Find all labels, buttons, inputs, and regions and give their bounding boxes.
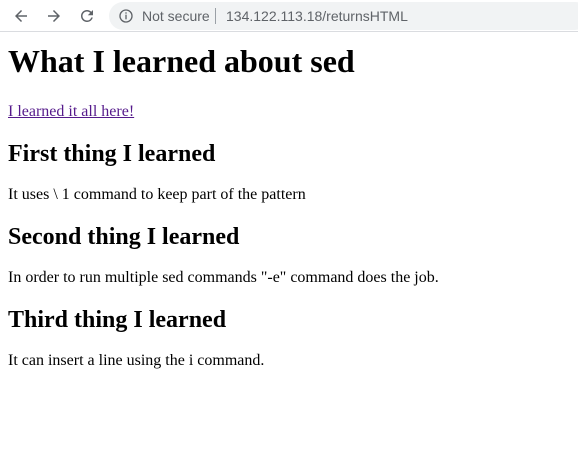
- source-link[interactable]: I learned it all here!: [8, 103, 134, 120]
- page-content: What I learned about sed I learned it al…: [8, 33, 570, 370]
- url-text[interactable]: 134.122.113.18/returnsHTML: [226, 7, 408, 25]
- section-heading-third: Third thing I learned: [8, 307, 227, 333]
- page-title: What I learned about sed: [8, 43, 355, 79]
- section-heading-second: Second thing I learned: [8, 224, 240, 250]
- reload-icon: [81, 9, 93, 22]
- info-icon[interactable]: [118, 8, 134, 24]
- address-bar[interactable]: Not secure 134.122.113.18/returnsHTML: [109, 2, 578, 30]
- security-status-label[interactable]: Not secure: [142, 7, 210, 25]
- reload-button[interactable]: [75, 4, 99, 28]
- section-heading-first: First thing I learned: [8, 141, 216, 167]
- section-text-second: In order to run multiple sed commands "-…: [8, 269, 439, 286]
- section-text-third: It can insert a line using the i command…: [8, 352, 265, 369]
- source-link-paragraph: I learned it all here!: [8, 102, 570, 121]
- back-arrow-icon: [15, 10, 27, 22]
- browser-toolbar: Not secure 134.122.113.18/returnsHTML: [0, 0, 578, 32]
- forward-button[interactable]: [42, 4, 66, 28]
- back-button[interactable]: [9, 4, 33, 28]
- section-text-first: It uses \ 1 command to keep part of the …: [8, 186, 306, 203]
- address-bar-divider: [215, 8, 216, 24]
- forward-arrow-icon: [48, 10, 60, 22]
